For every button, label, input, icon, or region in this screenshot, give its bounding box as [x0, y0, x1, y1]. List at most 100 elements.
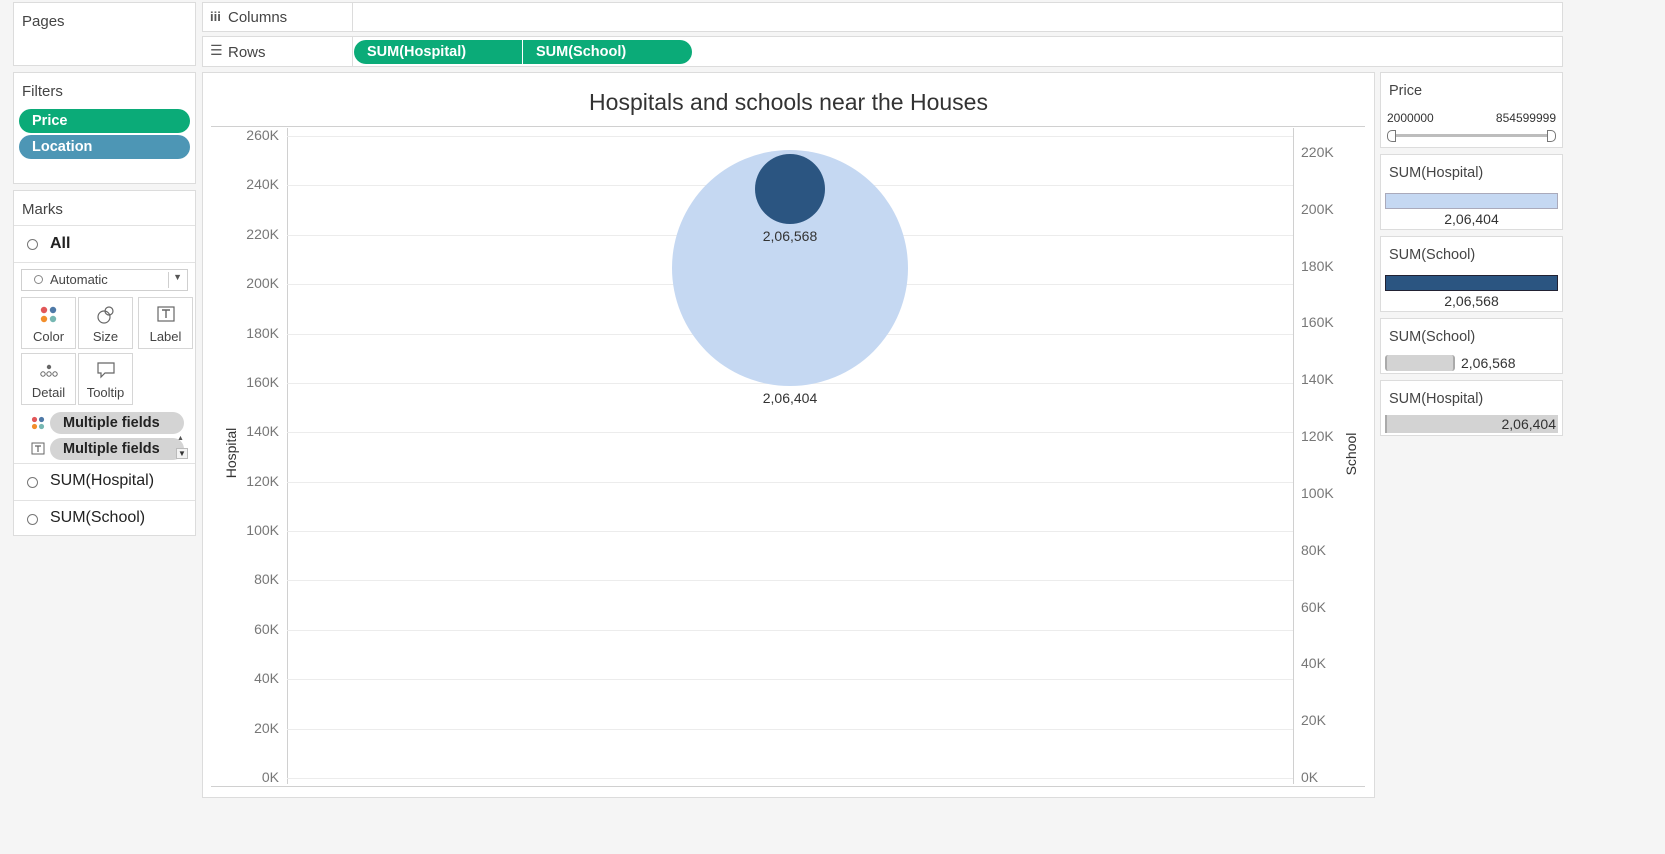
y-left-tick-label: 220K — [246, 225, 279, 242]
price-max: 854599999 — [1495, 111, 1556, 125]
price-filter-card[interactable]: Price 2000000 854599999 — [1380, 72, 1563, 148]
color-button[interactable]: Color — [21, 297, 76, 349]
size-icon — [97, 306, 114, 324]
marks-all-tab[interactable]: All — [14, 226, 195, 262]
y-left-tick-label: 260K — [246, 127, 279, 143]
filter-location[interactable]: Location — [19, 135, 190, 159]
chevron-down-icon: ▼ — [173, 272, 182, 282]
rows-shelf[interactable]: ☰ Rows SUM(Hospital) SUM(School) — [202, 36, 1563, 67]
gridline — [287, 679, 1293, 681]
hospital-radio[interactable] — [27, 477, 38, 488]
color-icon — [40, 306, 57, 323]
rows-icon: ☰ — [210, 42, 223, 58]
pages-shelf[interactable]: Pages — [13, 2, 196, 66]
mark-type-dropdown[interactable]: Automatic ▼ — [21, 269, 188, 291]
hospital-color-legend[interactable]: SUM(Hospital) 2,06,404 — [1380, 154, 1563, 230]
gridline — [287, 481, 1293, 483]
school-color-legend[interactable]: SUM(School) 2,06,568 — [1380, 236, 1563, 312]
school-mark-label: 2,06,568 — [762, 227, 818, 244]
filters-shelf[interactable]: Filters Price Location — [13, 72, 196, 184]
school-mark[interactable] — [755, 153, 825, 224]
gridline — [287, 432, 1293, 434]
school-size-legend-title: SUM(School) — [1389, 329, 1476, 345]
tooltip-label: Tooltip — [86, 385, 125, 400]
price-slider-max-handle[interactable] — [1547, 130, 1556, 142]
y-right-tick-label: 220K — [1301, 144, 1334, 160]
scroll-up-icon[interactable]: ▲ — [177, 435, 184, 442]
hospital-mark-label: 2,06,404 — [762, 390, 818, 407]
row-pill-hospital[interactable]: SUM(Hospital) — [354, 40, 522, 64]
mark-type-divider — [168, 272, 169, 288]
price-filter-title: Price — [1389, 83, 1423, 99]
fields-scrollbar[interactable]: ▲ ▼ — [175, 435, 188, 459]
y-left-tick-label: 80K — [254, 571, 279, 588]
school-radio[interactable] — [27, 514, 38, 525]
columns-label: Columns — [228, 9, 288, 26]
detail-button[interactable]: Detail — [21, 353, 76, 405]
mark-type-icon — [34, 275, 43, 284]
hospital-color-ramp — [1385, 193, 1558, 209]
y-left-tick-label: 20K — [254, 719, 279, 736]
label-field-icon — [31, 442, 45, 455]
y-right-tick-label: 180K — [1301, 257, 1334, 274]
y-right-tick-label: 100K — [1301, 484, 1334, 501]
right-axis-line — [1293, 128, 1294, 784]
school-size-bar — [1385, 355, 1455, 371]
marks-card-school[interactable]: SUM(School) — [14, 501, 195, 537]
school-size-legend[interactable]: SUM(School) 2,06,568 — [1380, 318, 1563, 374]
color-field-icon — [31, 416, 45, 430]
scroll-down-icon[interactable]: ▼ — [176, 448, 188, 459]
row-pill-school[interactable]: SUM(School) — [523, 40, 692, 64]
all-radio[interactable] — [27, 239, 38, 250]
label-label: Label — [149, 329, 182, 344]
price-slider-min-handle[interactable] — [1387, 130, 1396, 142]
school-color-legend-title: SUM(School) — [1389, 247, 1476, 263]
y-right-tick-label: 200K — [1301, 200, 1334, 217]
y-left-tick-label: 100K — [246, 522, 279, 539]
hospital-size-legend-title: SUM(Hospital) — [1389, 391, 1484, 407]
y-left-tick-label: 60K — [254, 620, 279, 637]
left-axis-line — [287, 128, 288, 784]
size-label: Size — [92, 329, 119, 344]
hospital-color-value: 2,06,404 — [1444, 211, 1499, 227]
plot-area[interactable]: 260K 240K 220K 200K 180K 160K 140K 120K 100K 80K 6… — [203, 73, 1376, 797]
y-right-tick-label: 140K — [1301, 371, 1334, 388]
y-right-tick-label: 160K — [1301, 314, 1334, 331]
hospital-size-legend[interactable]: SUM(Hospital) 2,06,404 — [1380, 380, 1563, 436]
hospital-color-legend-title: SUM(Hospital) — [1389, 165, 1484, 181]
marks-divider-2 — [14, 262, 195, 263]
school-color-ramp — [1385, 275, 1558, 291]
view-canvas[interactable]: Hospitals and schools near the Houses 26… — [202, 72, 1375, 798]
color-multiple-fields[interactable]: Multiple fields — [50, 412, 184, 434]
label-button[interactable]: Label — [138, 297, 193, 349]
filter-price[interactable]: Price — [19, 109, 190, 133]
gridline — [287, 728, 1293, 730]
y-left-tick-label: 160K — [246, 373, 279, 390]
text-icon — [157, 306, 175, 322]
price-min: 2000000 — [1387, 111, 1434, 125]
y-left-tick-label: 240K — [246, 176, 279, 193]
y-right-axis-title: School — [1343, 432, 1359, 476]
y-right-tick-label: 40K — [1301, 655, 1326, 672]
rows-divider — [352, 37, 353, 66]
columns-icon: iii — [210, 9, 221, 24]
marks-card-hospital[interactable]: SUM(Hospital) — [14, 464, 195, 500]
y-right-tick-label: 60K — [1301, 598, 1326, 615]
price-slider-track[interactable] — [1391, 134, 1552, 137]
columns-shelf[interactable]: iii Columns — [202, 2, 1563, 32]
size-button[interactable]: Size — [78, 297, 133, 349]
tooltip-button[interactable]: Tooltip — [78, 353, 133, 405]
filters-label: Filters — [22, 83, 63, 100]
gridline — [287, 778, 1293, 779]
y-left-tick-label: 40K — [254, 670, 279, 687]
tooltip-icon — [97, 362, 115, 379]
y-left-tick-label: 0K — [261, 769, 279, 785]
rows-label: Rows — [228, 44, 266, 61]
gridline — [287, 629, 1293, 631]
gridline — [287, 580, 1293, 582]
color-label: Color — [32, 329, 65, 344]
pages-label: Pages — [22, 13, 65, 30]
label-multiple-fields[interactable]: Multiple fields — [50, 438, 184, 460]
school-card-label: SUM(School) — [50, 509, 146, 526]
detail-label: Detail — [31, 385, 66, 400]
